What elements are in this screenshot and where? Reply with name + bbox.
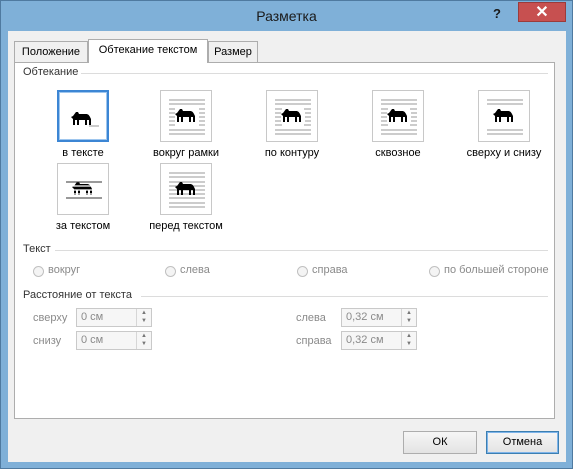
spin-up-icon[interactable]: ▲ bbox=[137, 309, 151, 317]
ok-button[interactable]: ОК bbox=[403, 431, 477, 454]
wrap-square-icon bbox=[169, 99, 205, 135]
group-divider bbox=[55, 250, 548, 251]
distance-right-label: справа bbox=[296, 335, 332, 347]
wrap-top-bottom-icon bbox=[487, 99, 523, 135]
distance-right-spinner[interactable]: 0,32 см ▲ ▼ bbox=[341, 331, 417, 350]
cancel-button[interactable]: Отмена bbox=[486, 431, 559, 454]
wrap-front-icon bbox=[169, 172, 205, 208]
wrap-inline-option[interactable] bbox=[57, 90, 109, 142]
distance-left-label: слева bbox=[296, 312, 326, 324]
radio-right[interactable] bbox=[297, 266, 308, 277]
distance-right-value: 0,32 см bbox=[346, 334, 384, 346]
tab-panel: Обтекание в тексте вокруг рамки по конту… bbox=[14, 62, 555, 419]
distance-top-label: сверху bbox=[33, 312, 68, 324]
wrap-tight-icon bbox=[275, 99, 311, 135]
wrap-behind-option[interactable] bbox=[57, 163, 109, 215]
distance-top-spinner[interactable]: 0 см ▲ ▼ bbox=[76, 308, 152, 327]
spin-down-icon[interactable]: ▼ bbox=[402, 340, 416, 348]
text-group-title: Текст bbox=[23, 243, 54, 255]
wrap-top-bottom-option[interactable] bbox=[478, 90, 530, 142]
spin-down-icon[interactable]: ▼ bbox=[137, 317, 151, 325]
radio-left[interactable] bbox=[165, 266, 176, 277]
wrap-tight-option[interactable] bbox=[266, 90, 318, 142]
wrap-through-label: сквозное bbox=[375, 147, 421, 159]
tab-size[interactable]: Размер bbox=[208, 41, 258, 62]
radio-largest-side[interactable] bbox=[429, 266, 440, 277]
dialog-body: Положение Обтекание текстом Размер Обтек… bbox=[8, 31, 566, 462]
spin-down-icon[interactable]: ▼ bbox=[137, 340, 151, 348]
spin-up-icon[interactable]: ▲ bbox=[402, 309, 416, 317]
group-divider bbox=[141, 296, 548, 297]
spin-up-icon[interactable]: ▲ bbox=[137, 332, 151, 340]
spinner-arrows: ▲ ▼ bbox=[401, 309, 416, 326]
spin-down-icon[interactable]: ▼ bbox=[402, 317, 416, 325]
tab-text-wrapping[interactable]: Обтекание текстом bbox=[88, 39, 208, 63]
radio-right-label: справа bbox=[312, 264, 348, 276]
distance-group-title: Расстояние от текста bbox=[23, 289, 135, 301]
wrap-behind-label: за текстом bbox=[55, 220, 111, 232]
wrap-tight-label: по контуру bbox=[264, 147, 320, 159]
radio-largest-side-label: по большей стороне bbox=[444, 264, 549, 276]
wrapping-group-title: Обтекание bbox=[23, 66, 82, 78]
wrap-square-option[interactable] bbox=[160, 90, 212, 142]
spin-up-icon[interactable]: ▲ bbox=[402, 332, 416, 340]
distance-bottom-value: 0 см bbox=[81, 334, 104, 346]
radio-left-label: слева bbox=[180, 264, 210, 276]
distance-left-spinner[interactable]: 0,32 см ▲ ▼ bbox=[341, 308, 417, 327]
dialog-window: Разметка ? ✕ Положение Обтекание текстом… bbox=[0, 0, 573, 469]
wrap-front-label: перед текстом bbox=[149, 220, 223, 232]
wrap-front-option[interactable] bbox=[160, 163, 212, 215]
distance-bottom-label: снизу bbox=[33, 335, 62, 347]
distance-top-value: 0 см bbox=[81, 311, 104, 323]
wrap-through-option[interactable] bbox=[372, 90, 424, 142]
spinner-arrows: ▲ ▼ bbox=[401, 332, 416, 349]
wrap-inline-icon bbox=[71, 112, 99, 127]
wrap-behind-icon bbox=[66, 181, 102, 199]
wrap-inline-label: в тексте bbox=[62, 147, 104, 159]
wrap-square-label: вокруг рамки bbox=[153, 147, 219, 159]
radio-around-label: вокруг bbox=[48, 264, 81, 276]
wrap-through-icon bbox=[381, 99, 417, 135]
distance-left-value: 0,32 см bbox=[346, 311, 384, 323]
wrap-top-bottom-label: сверху и снизу bbox=[466, 147, 542, 159]
group-divider bbox=[75, 73, 548, 74]
distance-bottom-spinner[interactable]: 0 см ▲ ▼ bbox=[76, 331, 152, 350]
spinner-arrows: ▲ ▼ bbox=[136, 309, 151, 326]
tab-position[interactable]: Положение bbox=[14, 41, 88, 62]
close-button[interactable]: ✕ bbox=[518, 2, 566, 22]
radio-around[interactable] bbox=[33, 266, 44, 277]
help-button[interactable]: ? bbox=[486, 5, 508, 23]
spinner-arrows: ▲ ▼ bbox=[136, 332, 151, 349]
